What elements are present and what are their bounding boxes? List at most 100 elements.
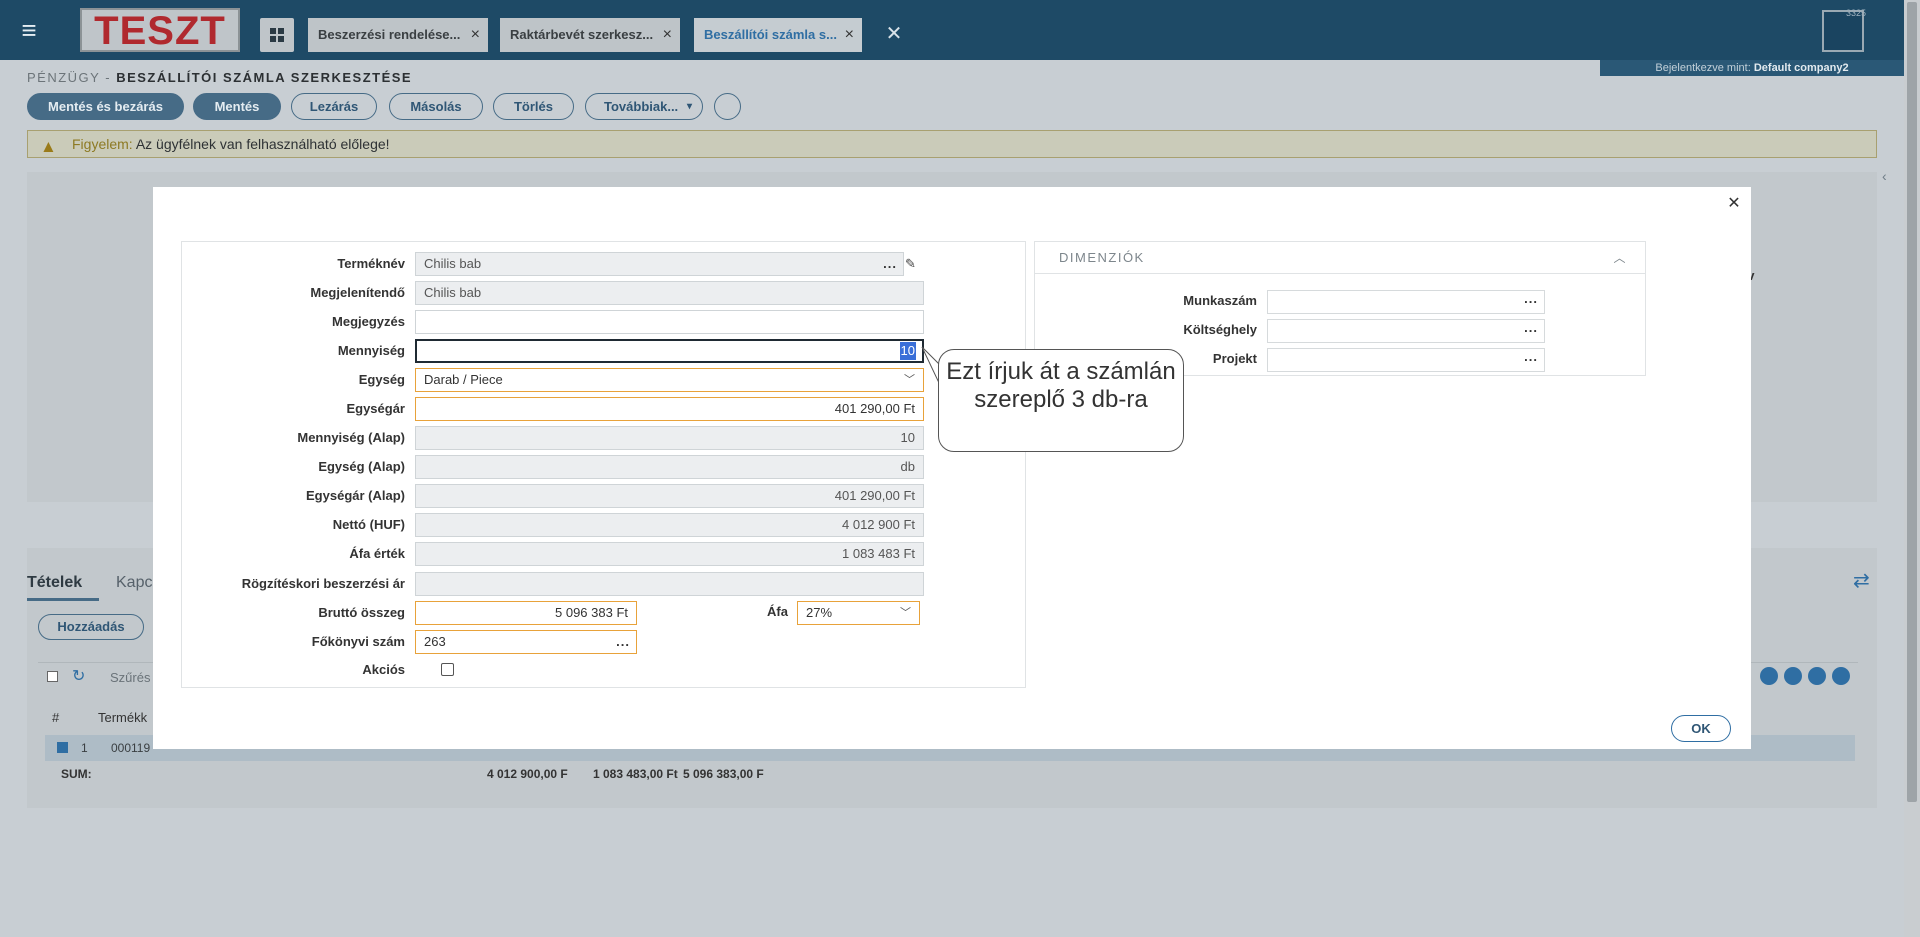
add-item-button[interactable]: Hozzáadás — [38, 614, 144, 640]
sum-label: SUM: — [61, 767, 92, 781]
unit-select[interactable]: Darab / Piece ﹀ — [415, 368, 924, 392]
tab-underline — [27, 598, 99, 601]
ledger-value: 263 — [424, 634, 446, 649]
row-code: 000119 — [111, 741, 151, 755]
unit-value: Darab / Piece — [424, 372, 503, 387]
sum-net: 4 012 900,00 F — [487, 767, 568, 781]
filter-label: Szűrés — [110, 670, 151, 685]
row-number: 1 — [81, 741, 88, 755]
vat-rate-select[interactable]: 27% ﹀ — [797, 601, 920, 625]
unit-price-base-label: Egységár (Alap) — [306, 488, 405, 503]
unit-price-field[interactable]: 401 290,00 Ft — [415, 397, 924, 421]
tab-items[interactable]: Tételek — [27, 574, 82, 592]
chevron-left-icon[interactable]: ‹ — [1882, 168, 1898, 190]
more-button[interactable]: Továbbiak... ▾ — [585, 93, 703, 120]
swap-icon[interactable]: ⇄ — [1853, 568, 1879, 594]
display-name-field[interactable]: Chilis bab — [415, 281, 924, 305]
prev-page-icon[interactable] — [1784, 667, 1802, 685]
gross-value: 5 096 383 Ft — [555, 605, 628, 620]
column-header-product: Termékk — [98, 710, 148, 725]
unit-label: Egység — [358, 372, 405, 387]
print-icon[interactable] — [714, 93, 741, 120]
cost-center-label: Költséghely — [1183, 322, 1257, 337]
more-dots-icon[interactable]: ... — [883, 253, 897, 275]
note-field[interactable] — [415, 310, 924, 334]
ok-button[interactable]: OK — [1671, 715, 1731, 742]
tab-label: Raktárbevét szerkesz... — [510, 27, 654, 42]
more-dots-icon[interactable]: ... — [616, 631, 630, 653]
chevron-up-icon[interactable]: ︿ — [1613, 242, 1627, 274]
select-all-checkbox[interactable] — [47, 671, 58, 682]
tab-stock-receipt[interactable]: Raktárbevét szerkesz... × — [500, 18, 680, 52]
gross-field[interactable]: 5 096 383 Ft — [415, 601, 637, 625]
delete-button[interactable]: Törlés — [493, 93, 574, 120]
warning-banner: ▲ Figyelem: Az ügyfélnek van felhasználh… — [27, 130, 1877, 158]
tab-related[interactable]: Kapc — [116, 574, 152, 592]
more-dots-icon[interactable]: ... — [1524, 349, 1538, 364]
copy-button[interactable]: Másolás — [389, 93, 483, 120]
first-page-icon[interactable] — [1760, 667, 1778, 685]
unit-base-field: db — [415, 455, 924, 479]
tab-supplier-invoice[interactable]: Beszállítói számla s... × — [694, 18, 862, 52]
more-dots-icon[interactable]: ... — [1524, 320, 1538, 335]
dialog-close-icon[interactable]: ✕ — [1724, 194, 1744, 214]
grid-icon — [270, 28, 284, 42]
more-label: Továbbiak... — [604, 99, 679, 114]
close-icon[interactable]: × — [663, 18, 672, 52]
project-field[interactable]: ... — [1267, 348, 1545, 372]
apps-grid-button[interactable] — [260, 18, 294, 52]
close-icon[interactable]: × — [471, 18, 480, 52]
quantity-base-value: 10 — [900, 430, 915, 445]
vat-rate-label: Áfa — [767, 604, 788, 619]
app-logo[interactable]: TESZT — [80, 8, 240, 52]
promo-label: Akciós — [362, 662, 405, 677]
display-name-label: Megjelenítendő — [310, 285, 405, 300]
net-value: 4 012 900 Ft — [842, 517, 915, 532]
product-name-label: Terméknév — [337, 256, 405, 271]
quantity-base-label: Mennyiség (Alap) — [297, 430, 405, 445]
save-button[interactable]: Mentés — [193, 93, 281, 120]
close-document-button[interactable]: Lezárás — [291, 93, 377, 120]
display-name-value: Chilis bab — [424, 285, 482, 300]
net-label: Nettó (HUF) — [332, 517, 405, 532]
work-number-field[interactable]: ... — [1267, 290, 1545, 314]
refresh-icon[interactable]: ↻ — [72, 666, 85, 686]
vat-rate-value: 27% — [806, 605, 833, 620]
close-all-tabs-icon[interactable]: ✕ — [882, 22, 906, 46]
next-page-icon[interactable] — [1808, 667, 1826, 685]
annotation-callout: Ezt írjuk át a számlán szereplő 3 db-ra — [938, 349, 1184, 452]
note-label: Megjegyzés — [332, 314, 405, 329]
breadcrumb-section: PÉNZÜGY - — [27, 70, 112, 85]
page-title: BESZÁLLÍTÓI SZÁMLA SZERKESZTÉSE — [116, 70, 413, 85]
work-number-label: Munkaszám — [1183, 293, 1257, 308]
save-close-button[interactable]: Mentés és bezárás — [27, 93, 184, 120]
tab-purchase-orders[interactable]: Beszerzési rendelése... × — [308, 18, 488, 52]
unit-base-label: Egység (Alap) — [318, 459, 405, 474]
net-field: 4 012 900 Ft — [415, 513, 924, 537]
row-checkbox[interactable] — [57, 742, 68, 753]
last-page-icon[interactable] — [1832, 667, 1850, 685]
recorded-price-label: Rögzítéskori beszerzési ár — [241, 576, 405, 591]
dimensions-header[interactable]: DIMENZIÓK ︿ — [1035, 242, 1645, 274]
warning-icon: ▲ — [40, 137, 57, 156]
vat-amount-value: 1 083 483 Ft — [842, 546, 915, 561]
hamburger-menu-icon[interactable]: ≡ — [14, 17, 44, 43]
tab-label: Beszerzési rendelése... — [318, 27, 461, 42]
edit-icon[interactable]: ✎ — [905, 256, 916, 272]
vat-amount-field: 1 083 483 Ft — [415, 542, 924, 566]
ledger-field[interactable]: 263... — [415, 630, 637, 654]
chevron-down-icon: ▾ — [686, 101, 692, 112]
breadcrumb: PÉNZÜGY - BESZÁLLÍTÓI SZÁMLA SZERKESZTÉS… — [27, 70, 412, 85]
chevron-down-icon: ﹀ — [904, 374, 915, 386]
promo-checkbox[interactable] — [441, 663, 454, 676]
chevron-down-icon: ﹀ — [900, 607, 911, 619]
scrollbar-thumb[interactable] — [1907, 2, 1917, 802]
vat-amount-label: Áfa érték — [349, 546, 405, 561]
ledger-label: Főkönyvi szám — [311, 634, 405, 649]
sum-gross: 5 096 383,00 F — [683, 767, 764, 781]
cost-center-field[interactable]: ... — [1267, 319, 1545, 343]
close-icon[interactable]: × — [845, 18, 854, 52]
more-dots-icon[interactable]: ... — [1524, 291, 1538, 306]
quantity-input[interactable]: 10 — [415, 339, 924, 363]
product-name-field[interactable]: Chilis bab... — [415, 252, 904, 276]
